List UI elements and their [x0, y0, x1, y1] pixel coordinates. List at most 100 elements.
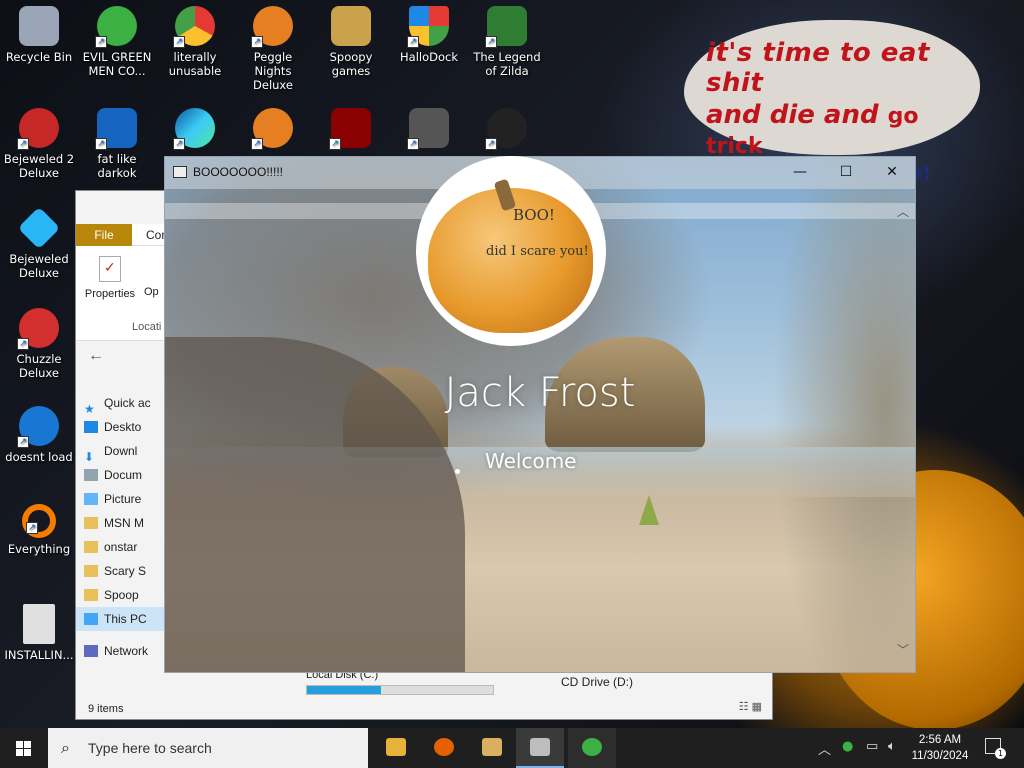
- desktop-icon-peggle[interactable]: ↗ Peggle Nights Deluxe: [234, 6, 312, 92]
- tree-item-pictures[interactable]: Picture: [76, 487, 171, 511]
- bejeweled-icon: [17, 206, 61, 250]
- network-icon[interactable]: ▭: [866, 739, 878, 754]
- bejeweled2-icon: ↗: [17, 108, 59, 150]
- tree-item-scary[interactable]: Scary S: [76, 559, 171, 583]
- desktop-icon-mpl[interactable]: ↗ fat like darkok: [78, 108, 156, 180]
- tree-item-onstar[interactable]: onstar: [76, 535, 171, 559]
- network-icon: [84, 645, 98, 657]
- folder-icon: [84, 541, 98, 553]
- tree-item-quick-access[interactable]: ★ Quick ac: [76, 391, 171, 415]
- desktop-icon-thunderbird[interactable]: ↗ doesnt load: [0, 406, 78, 464]
- drives-area: Local Disk (C:) CD Drive (D:): [256, 669, 736, 699]
- view-toggle-icons[interactable]: ☷ ▦: [739, 700, 762, 713]
- desktop-icon-peggle-2[interactable]: ↗: [234, 108, 312, 152]
- desktop-icon-zilda[interactable]: ↗ The Legend of Zilda: [468, 6, 546, 78]
- pumpkin-image: [428, 188, 593, 333]
- tree-item-spoopy[interactable]: Spoop: [76, 583, 171, 607]
- desktop-icon-label: fat like darkok: [97, 152, 137, 180]
- desktop-icon-flash[interactable]: ↗: [312, 108, 390, 152]
- tab-file[interactable]: File: [76, 224, 132, 246]
- notification-count: 1: [995, 748, 1006, 759]
- desktop-icon-yashima[interactable]: ↗: [468, 108, 546, 152]
- chevron-up-icon[interactable]: ︿: [897, 203, 909, 220]
- folder-app-icon: [482, 738, 502, 756]
- desktop-icon-label: Bejeweled Deluxe: [9, 252, 69, 280]
- avatar-boo-text: BOO!: [513, 206, 555, 224]
- search-placeholder: Type here to search: [88, 740, 212, 756]
- desktop-icon-bejeweled2[interactable]: ↗ Bejeweled 2 Deluxe: [0, 108, 78, 180]
- desktop-icon-hallodock[interactable]: ↗ HalloDock: [390, 6, 468, 64]
- computer-icon: [84, 613, 98, 625]
- clock-time: 2:56 AM: [918, 734, 962, 746]
- firefox-icon: [434, 738, 454, 756]
- desktop-icon-installing[interactable]: INSTALLIN...: [0, 604, 78, 662]
- properties-icon: [99, 256, 121, 282]
- desktop-icon-display[interactable]: ↗: [390, 108, 468, 152]
- tree-item-this-pc[interactable]: This PC: [76, 607, 171, 631]
- properties-button[interactable]: Properties: [82, 256, 138, 300]
- windows-logo-icon: [16, 741, 31, 756]
- document-icon: [84, 469, 98, 481]
- desktop-icon-edge[interactable]: ↗: [156, 108, 234, 152]
- file-explorer-icon: [386, 738, 406, 756]
- clock[interactable]: 2:56 AM 11/30/2024: [905, 732, 975, 764]
- yashima-icon: ↗: [485, 108, 527, 150]
- desktop-icon-label: Recycle Bin: [5, 50, 73, 64]
- desktop-icon-recycle-bin[interactable]: Recycle Bin: [0, 6, 78, 64]
- desktop-icon-chuzzle[interactable]: ↗ Chuzzle Deluxe: [0, 308, 78, 380]
- taskbar-folder-app[interactable]: [468, 728, 516, 768]
- properties-label: Properties: [84, 288, 136, 300]
- tree-item-downloads[interactable]: ⬇ Downl: [76, 439, 171, 463]
- desktop-icon-label: doesnt load: [5, 450, 73, 464]
- window-app-icon: [530, 738, 550, 756]
- chuzzle-icon: ↗: [17, 308, 59, 350]
- desktop-icon-chrome[interactable]: ↗ literally unusable: [156, 6, 234, 78]
- taskbar-file-explorer[interactable]: [372, 728, 420, 768]
- green-men-icon: [582, 738, 602, 756]
- chevron-up-icon[interactable]: ︿: [818, 739, 831, 758]
- desktop-icon-bejeweled[interactable]: Bejeweled Deluxe: [0, 206, 78, 280]
- tree-item-network[interactable]: Network: [76, 639, 171, 663]
- folder-icon: [331, 6, 371, 46]
- thunderbird-icon: ↗: [17, 406, 59, 448]
- taskbar-green-men[interactable]: [568, 728, 616, 768]
- avatar-scare-text: did I scare you!: [486, 244, 589, 259]
- notification-button[interactable]: 1: [985, 738, 1006, 759]
- desktop-icon-everything[interactable]: ↗ Everything: [0, 504, 78, 556]
- taskbar: ⌕ Type here to search ︿ ● ▭ 🔈︎ 2:56 AM 1…: [0, 728, 1024, 768]
- search-box[interactable]: ⌕ Type here to search: [48, 728, 368, 768]
- clock-date: 11/30/2024: [911, 750, 969, 762]
- location-group-label: Locati: [132, 321, 162, 333]
- green-men-tray-icon[interactable]: ●: [842, 739, 853, 754]
- tree-item-msn[interactable]: MSN M: [76, 511, 171, 535]
- welcome-text: Welcome: [485, 449, 577, 473]
- folder-icon: [84, 589, 98, 601]
- desktop-icon-spoopy-games[interactable]: Spoopy games: [312, 6, 390, 78]
- desktop-icon-label: Chuzzle Deluxe: [16, 352, 62, 380]
- mpl-icon: ↗: [95, 108, 137, 150]
- tree-item-documents[interactable]: Docum: [76, 463, 171, 487]
- green-men-icon: ↗: [95, 6, 137, 48]
- avatar: BOO! did I scare you!: [416, 156, 606, 346]
- taskbar-window-app[interactable]: [516, 728, 564, 768]
- navigation-tree: ★ Quick ac Deskto ⬇ Downl Docum Picture MS…: [76, 391, 171, 663]
- taskbar-firefox[interactable]: [420, 728, 468, 768]
- desktop-icon-label: Bejeweled 2 Deluxe: [3, 152, 75, 180]
- cd-drive-label[interactable]: CD Drive (D:): [561, 675, 633, 689]
- back-arrow-icon[interactable]: ←: [88, 347, 104, 365]
- tree-item-desktop[interactable]: Deskto: [76, 415, 171, 439]
- start-button[interactable]: [0, 728, 48, 768]
- maximize-button[interactable]: ☐: [823, 157, 869, 189]
- desktop-icon-green-men[interactable]: ↗ EVIL GREEN MEN CO...: [78, 6, 156, 78]
- desktop-icon-label: HalloDock: [400, 50, 458, 64]
- pictures-icon: [84, 493, 98, 505]
- minimize-button[interactable]: —: [777, 157, 823, 189]
- open-button[interactable]: Op: [144, 286, 159, 298]
- close-button[interactable]: ✕: [869, 157, 915, 189]
- chevron-down-icon[interactable]: ﹀: [897, 641, 909, 658]
- volume-icon[interactable]: 🔈︎: [888, 739, 896, 754]
- speech-bubble: it's time to eat shit and die and go tri…: [684, 20, 980, 184]
- flash-icon: ↗: [329, 108, 371, 150]
- party-hat-cursor-icon: [639, 495, 659, 525]
- chrome-icon: ↗: [173, 6, 215, 48]
